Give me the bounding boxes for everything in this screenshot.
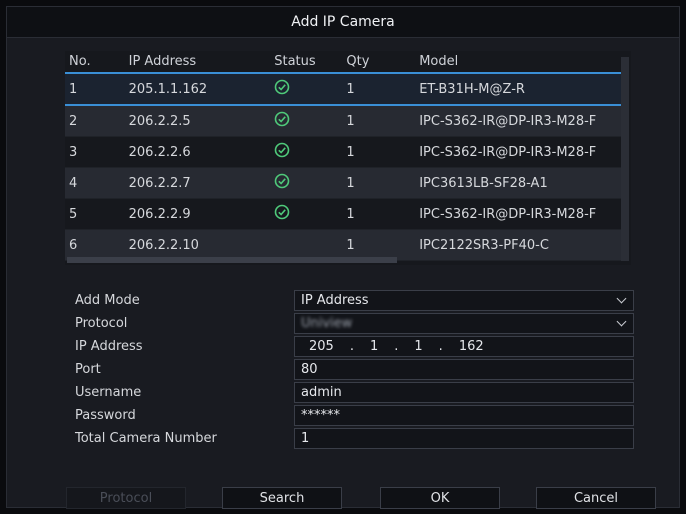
add-mode-label: Add Mode (75, 293, 140, 308)
ip-address-label: IP Address (75, 339, 143, 354)
cell-model: IPC-S362-IR@DP-IR3-M28-F (415, 136, 621, 168)
cell-ip: 206.2.2.6 (124, 136, 271, 168)
col-header-model[interactable]: Model (415, 51, 621, 74)
col-header-no[interactable]: No. (65, 51, 125, 74)
cell-ip: 206.2.2.10 (124, 229, 271, 261)
ip-dot: . (349, 339, 354, 354)
ip-octet-2[interactable]: 1 (370, 339, 378, 354)
table-row[interactable]: 5 206.2.2.9 1 IPC-S362-IR@DP-IR3-M28-F (65, 198, 621, 230)
cell-qty: 1 (342, 136, 416, 168)
cell-ip: 206.2.2.9 (124, 198, 271, 230)
chevron-down-icon (616, 293, 627, 304)
table-row[interactable]: 4 206.2.2.7 1 IPC3613LB-SF28-A1 (65, 167, 621, 199)
cell-no: 1 (65, 73, 125, 106)
ip-dot: . (394, 339, 399, 354)
ip-octet-1[interactable]: 205 (309, 339, 334, 354)
form-row-password: Password ****** (75, 404, 641, 427)
add-ip-camera-dialog: Add IP Camera No. IP Address Status Qty … (6, 6, 680, 508)
cell-qty: 1 (342, 105, 416, 137)
port-input[interactable]: 80 (294, 359, 634, 380)
table-row[interactable]: 6 206.2.2.10 1 IPC2122SR3-PF40-C (65, 229, 621, 261)
col-header-ip-address[interactable]: IP Address (124, 51, 271, 74)
cell-model: IPC-S362-IR@DP-IR3-M28-F (415, 198, 621, 230)
total-camera-number-label: Total Camera Number (75, 431, 217, 446)
cell-no: 2 (65, 105, 125, 137)
protocol-button[interactable]: Protocol (66, 487, 186, 509)
total-camera-number-input[interactable]: 1 (294, 428, 634, 449)
search-button[interactable]: Search (222, 487, 342, 509)
chevron-down-icon (616, 316, 627, 327)
cancel-button[interactable]: Cancel (536, 487, 656, 509)
username-input[interactable]: admin (294, 382, 634, 403)
cell-status (270, 105, 343, 137)
cell-model: IPC3613LB-SF28-A1 (415, 167, 621, 199)
cell-ip: 206.2.2.7 (124, 167, 271, 199)
cell-status (270, 229, 343, 261)
ip-octet-4[interactable]: 162 (459, 339, 484, 354)
cell-no: 5 (65, 198, 125, 230)
col-header-status[interactable]: Status (270, 51, 343, 74)
status-ok-icon (274, 79, 290, 99)
form-row-username: Username admin (75, 381, 641, 404)
cell-model: IPC2122SR3-PF40-C (415, 229, 621, 261)
cell-status (270, 136, 343, 168)
protocol-value: Uniview (301, 316, 353, 331)
ip-address-field[interactable]: 205 . 1 . 1 . 162 (294, 336, 634, 357)
protocol-label: Protocol (75, 316, 128, 331)
cell-ip: 205.1.1.162 (124, 73, 271, 106)
form-row-ip-address: IP Address 205 . 1 . 1 . 162 (75, 335, 641, 358)
form-row-protocol: Protocol Uniview (75, 312, 641, 335)
protocol-select[interactable]: Uniview (294, 313, 634, 334)
password-input[interactable]: ****** (294, 405, 634, 426)
col-header-qty[interactable]: Qty (342, 51, 416, 74)
add-mode-value: IP Address (301, 293, 369, 308)
username-label: Username (75, 385, 142, 400)
status-ok-icon (274, 142, 290, 162)
cell-model: IPC-S362-IR@DP-IR3-M28-F (415, 105, 621, 137)
cell-status (270, 167, 343, 199)
camera-table: No. IP Address Status Qty Model 1 205.1.… (65, 51, 631, 265)
form-row-add-mode: Add Mode IP Address (75, 289, 641, 312)
port-label: Port (75, 362, 101, 377)
table-row[interactable]: 3 206.2.2.6 1 IPC-S362-IR@DP-IR3-M28-F (65, 136, 621, 168)
cell-qty: 1 (342, 73, 416, 106)
cell-no: 4 (65, 167, 125, 199)
ok-button[interactable]: OK (380, 487, 500, 509)
ip-octet-3[interactable]: 1 (414, 339, 422, 354)
cell-qty: 1 (342, 167, 416, 199)
cell-status (270, 198, 343, 230)
camera-form: Add Mode IP Address Protocol Uniview IP … (75, 289, 641, 450)
cell-status (270, 73, 343, 106)
cell-no: 3 (65, 136, 125, 168)
table-header-row: No. IP Address Status Qty Model (65, 51, 621, 74)
table-row[interactable]: 1 205.1.1.162 1 ET-B31H-M@Z-R (65, 73, 621, 106)
ip-dot: . (438, 339, 443, 354)
cell-qty: 1 (342, 198, 416, 230)
add-mode-select[interactable]: IP Address (294, 290, 634, 311)
password-label: Password (75, 408, 136, 423)
form-row-total-camera-number: Total Camera Number 1 (75, 427, 641, 450)
horizontal-scrollbar[interactable] (67, 257, 397, 263)
status-ok-icon (274, 173, 290, 193)
cell-qty: 1 (342, 229, 416, 261)
vertical-scrollbar[interactable] (621, 57, 629, 261)
status-ok-icon (274, 111, 290, 131)
cell-no: 6 (65, 229, 125, 261)
cell-model: ET-B31H-M@Z-R (415, 73, 621, 106)
form-row-port: Port 80 (75, 358, 641, 381)
dialog-title: Add IP Camera (7, 7, 679, 38)
status-ok-icon (274, 204, 290, 224)
table-row[interactable]: 2 206.2.2.5 1 IPC-S362-IR@DP-IR3-M28-F (65, 105, 621, 137)
cell-ip: 206.2.2.5 (124, 105, 271, 137)
